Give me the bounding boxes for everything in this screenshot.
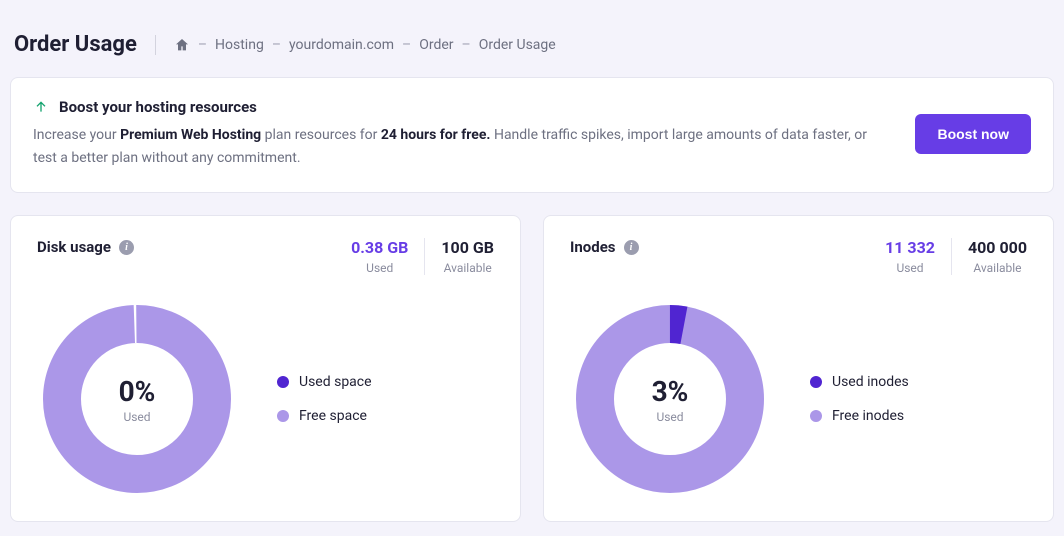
disk-percent-label: Used bbox=[123, 410, 150, 424]
disk-donut-center: 0% Used bbox=[37, 299, 237, 499]
inodes-metrics: 11 332 Used 400 000 Available bbox=[885, 238, 1027, 275]
home-icon[interactable] bbox=[174, 37, 190, 53]
disk-legend-used-label: Used space bbox=[299, 374, 372, 390]
inodes-used-label: Used bbox=[885, 261, 935, 275]
inodes-legend: Used inodes Free inodes bbox=[810, 374, 909, 424]
header-divider bbox=[155, 35, 156, 55]
disk-title-wrap: Disk usage i bbox=[37, 238, 351, 256]
inodes-percent-label: Used bbox=[656, 410, 683, 424]
disk-legend: Used space Free space bbox=[277, 374, 372, 424]
breadcrumb: – Hosting – yourdomain.com – Order – Ord… bbox=[174, 37, 556, 53]
arrow-up-icon bbox=[33, 99, 49, 115]
boost-desc-pre: Increase your bbox=[33, 127, 120, 143]
inodes-available-metric: 400 000 Available bbox=[951, 238, 1027, 275]
inodes-available-value: 400 000 bbox=[968, 238, 1027, 257]
dot-icon bbox=[810, 410, 822, 422]
dot-icon bbox=[277, 376, 289, 388]
disk-available-label: Available bbox=[441, 261, 494, 275]
breadcrumb-sep: – bbox=[402, 37, 411, 53]
breadcrumb-current: Order Usage bbox=[479, 37, 556, 53]
info-icon[interactable]: i bbox=[119, 240, 134, 255]
dot-icon bbox=[810, 376, 822, 388]
inodes-legend-free-label: Free inodes bbox=[832, 408, 904, 424]
boost-description: Increase your Premium Web Hosting plan r… bbox=[33, 124, 891, 170]
breadcrumb-order[interactable]: Order bbox=[419, 37, 453, 53]
inodes-legend-used-label: Used inodes bbox=[832, 374, 909, 390]
boost-content: Boost your hosting resources Increase yo… bbox=[33, 98, 891, 170]
disk-title: Disk usage bbox=[37, 238, 111, 256]
page-header: Order Usage – Hosting – yourdomain.com –… bbox=[10, 10, 1054, 77]
disk-used-metric: 0.38 GB Used bbox=[351, 238, 408, 275]
disk-header: Disk usage i 0.38 GB Used 100 GB Availab… bbox=[37, 238, 494, 275]
boost-banner: Boost your hosting resources Increase yo… bbox=[10, 77, 1054, 193]
inodes-legend-used: Used inodes bbox=[810, 374, 909, 390]
inodes-available-label: Available bbox=[968, 261, 1027, 275]
disk-legend-free: Free space bbox=[277, 408, 372, 424]
disk-used-value: 0.38 GB bbox=[351, 238, 408, 257]
inodes-used-value: 11 332 bbox=[885, 238, 935, 257]
boost-now-button[interactable]: Boost now bbox=[915, 114, 1031, 154]
boost-desc-mid: plan resources for bbox=[261, 127, 381, 143]
boost-title: Boost your hosting resources bbox=[59, 98, 257, 116]
boost-duration: 24 hours for free. bbox=[381, 127, 491, 143]
disk-legend-used: Used space bbox=[277, 374, 372, 390]
disk-percent: 0% bbox=[119, 375, 156, 408]
disk-metrics: 0.38 GB Used 100 GB Available bbox=[351, 238, 494, 275]
disk-legend-free-label: Free space bbox=[299, 408, 367, 424]
boost-title-row: Boost your hosting resources bbox=[33, 98, 891, 116]
inodes-header: Inodes i 11 332 Used 400 000 Available bbox=[570, 238, 1027, 275]
breadcrumb-sep: – bbox=[198, 37, 207, 53]
inodes-chart-row: 3% Used Used inodes Free inodes bbox=[570, 299, 1027, 499]
breadcrumb-sep: – bbox=[272, 37, 281, 53]
breadcrumb-sep: – bbox=[462, 37, 471, 53]
dot-icon bbox=[277, 410, 289, 422]
inodes-legend-free: Free inodes bbox=[810, 408, 909, 424]
inodes-card: Inodes i 11 332 Used 400 000 Available bbox=[543, 215, 1054, 522]
disk-chart-row: 0% Used Used space Free space bbox=[37, 299, 494, 499]
inodes-used-metric: 11 332 Used bbox=[885, 238, 935, 275]
inodes-donut: 3% Used bbox=[570, 299, 770, 499]
inodes-title-wrap: Inodes i bbox=[570, 238, 885, 256]
breadcrumb-hosting[interactable]: Hosting bbox=[215, 37, 264, 53]
page-title: Order Usage bbox=[14, 32, 137, 57]
disk-usage-card: Disk usage i 0.38 GB Used 100 GB Availab… bbox=[10, 215, 521, 522]
info-icon[interactable]: i bbox=[624, 240, 639, 255]
inodes-title: Inodes bbox=[570, 238, 616, 256]
usage-grid: Disk usage i 0.38 GB Used 100 GB Availab… bbox=[10, 215, 1054, 522]
disk-used-label: Used bbox=[351, 261, 408, 275]
disk-available-metric: 100 GB Available bbox=[424, 238, 494, 275]
disk-available-value: 100 GB bbox=[441, 238, 494, 257]
boost-plan: Premium Web Hosting bbox=[120, 127, 261, 143]
inodes-percent: 3% bbox=[652, 375, 689, 408]
disk-donut: 0% Used bbox=[37, 299, 237, 499]
breadcrumb-domain[interactable]: yourdomain.com bbox=[289, 37, 394, 53]
inodes-donut-center: 3% Used bbox=[570, 299, 770, 499]
